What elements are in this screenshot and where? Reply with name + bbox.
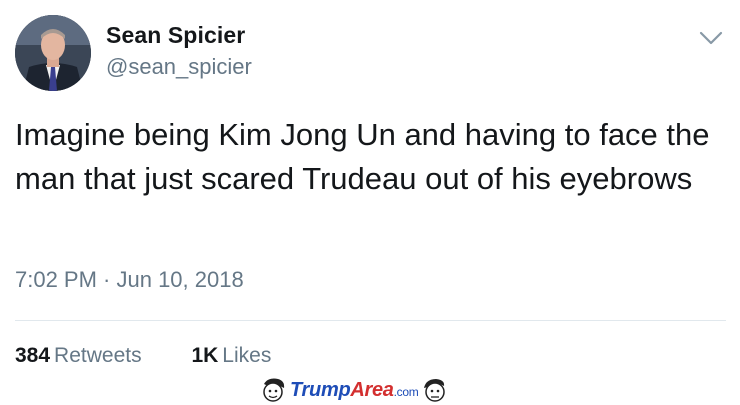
author-name[interactable]: Sean Spicier	[106, 22, 245, 49]
avatar-image	[15, 15, 91, 91]
watermark-brand-suffix: .com	[393, 384, 419, 399]
likes-stat[interactable]: 1K Likes	[191, 344, 271, 368]
avatar[interactable]	[15, 15, 91, 91]
chevron-down-icon[interactable]	[697, 28, 725, 48]
watermark-brand-accent: Area	[350, 378, 394, 401]
retweets-label: Retweets	[54, 344, 142, 367]
likes-label: Likes	[222, 344, 272, 367]
author-handle[interactable]: @sean_spicier	[106, 54, 252, 80]
retweets-count: 384	[15, 344, 51, 367]
divider	[15, 320, 726, 321]
tweet-timestamp[interactable]: 7:02 PM · Jun 10, 2018	[15, 267, 244, 293]
caricature-face-icon	[263, 378, 285, 402]
likes-count: 1K	[191, 344, 219, 367]
caricature-face-icon	[424, 379, 446, 402]
watermark-logo: TrumpArea.com	[258, 376, 450, 404]
watermark-brand-main: Trump	[290, 378, 351, 401]
retweets-stat[interactable]: 384 Retweets	[15, 344, 142, 368]
watermark-text: TrumpArea.com	[290, 378, 419, 402]
tweet-stats: 384 Retweets 1K Likes	[15, 344, 315, 368]
tweet-text: Imagine being Kim Jong Un and having to …	[15, 117, 710, 196]
